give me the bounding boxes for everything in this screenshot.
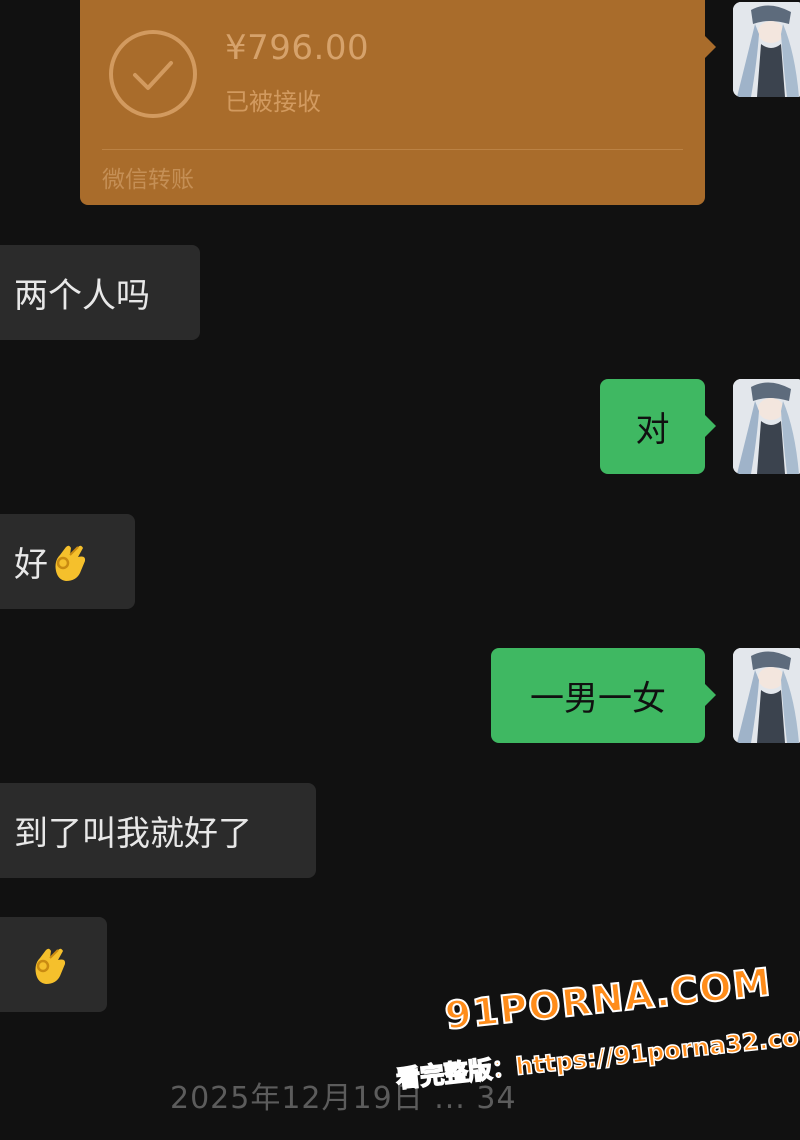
- watermark: 91PORNA.COM 看完整版：https://91porna32.com: [386, 938, 800, 1119]
- message-bubble-incoming[interactable]: 两个人吗: [0, 245, 200, 340]
- transfer-card[interactable]: ¥796.00 已被接收 微信转账: [80, 0, 716, 205]
- message-text: 对: [635, 410, 670, 450]
- message-bubble-outgoing[interactable]: 一男一女: [491, 648, 716, 743]
- avatar[interactable]: [733, 2, 800, 97]
- transfer-divider: [102, 149, 683, 150]
- avatar-image: [733, 379, 800, 474]
- message-text: 好: [14, 545, 48, 585]
- ok-hand-emoji-icon: [35, 948, 66, 984]
- message-text: 两个人吗: [14, 276, 150, 316]
- avatar[interactable]: [733, 379, 800, 474]
- message-bubble-incoming[interactable]: 到了叫我就好了: [0, 783, 316, 878]
- message-bubble-incoming[interactable]: [0, 917, 107, 1012]
- check-circle-icon: [109, 30, 197, 118]
- avatar-image: [733, 648, 800, 743]
- transfer-footer-label: 微信转账: [102, 167, 194, 193]
- avatar-image: [733, 2, 800, 97]
- message-text: 一男一女: [530, 679, 666, 719]
- ok-hand-emoji-icon: [55, 545, 86, 581]
- avatar[interactable]: [733, 648, 800, 743]
- transfer-status: 已被接收: [225, 88, 321, 116]
- message-text: 到了叫我就好了: [14, 814, 252, 854]
- message-bubble-incoming[interactable]: 好: [0, 514, 135, 609]
- transfer-amount: ¥796.00: [225, 28, 370, 68]
- message-bubble-outgoing[interactable]: 对: [600, 379, 716, 474]
